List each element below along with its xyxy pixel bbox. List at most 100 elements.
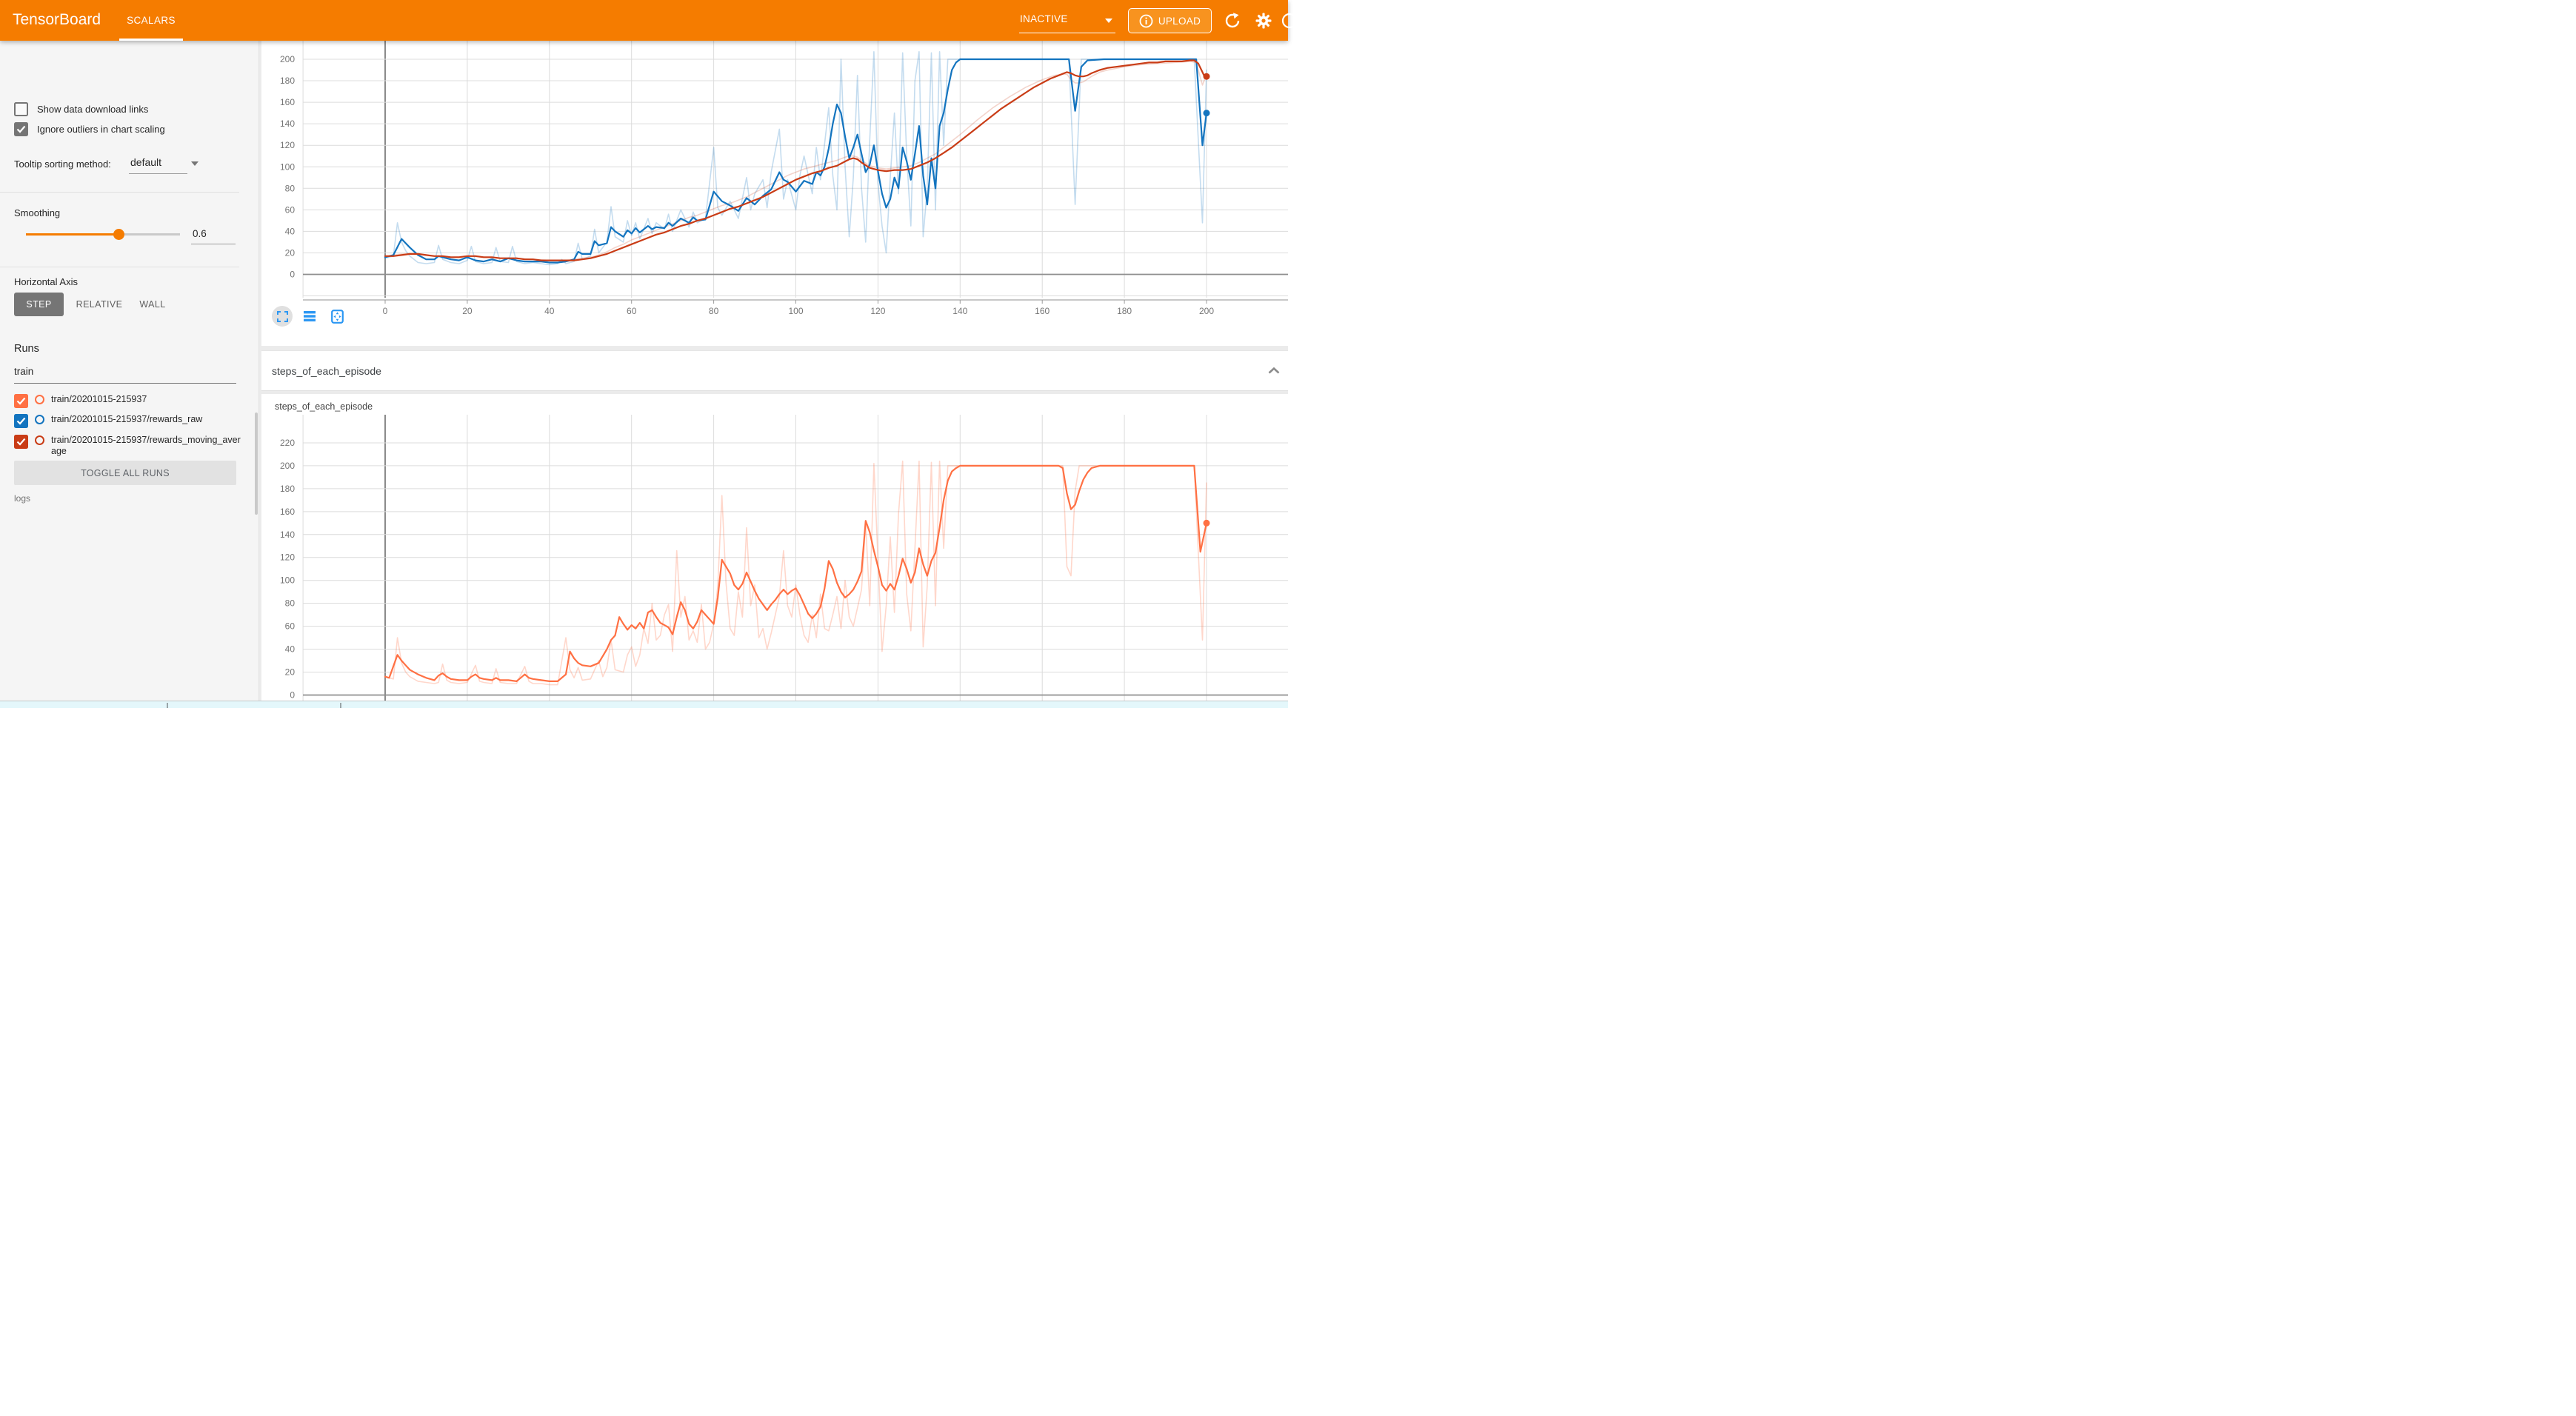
smoothing-slider-fill (26, 233, 119, 236)
runs-filter-input[interactable]: train (14, 366, 33, 377)
rewards-chart-card: 0204060801001201401601802000204060801001… (261, 41, 1288, 346)
svg-text:60: 60 (285, 204, 296, 215)
settings-gear-icon[interactable] (1255, 12, 1272, 30)
chart-toolbar (272, 306, 347, 327)
rewards-chart[interactable]: 0204060801001201401601802000204060801001… (261, 41, 1288, 346)
log-scale-button[interactable] (299, 306, 320, 327)
svg-text:160: 160 (280, 507, 295, 517)
help-icon-partial[interactable] (1281, 12, 1298, 30)
run-color-circle (35, 415, 44, 424)
run-label: train/20201015-215937/rewards_moving_ave… (51, 435, 244, 457)
svg-text:140: 140 (280, 530, 295, 540)
svg-text:0: 0 (290, 690, 295, 701)
svg-text:160: 160 (280, 97, 295, 107)
lines-icon (304, 311, 316, 321)
section-header-steps-of-each-episode[interactable]: steps_of_each_episode (261, 350, 1288, 391)
tooltip-sorting-select[interactable]: default (130, 156, 161, 168)
svg-text:60: 60 (285, 621, 296, 632)
expand-chart-button[interactable] (272, 306, 293, 327)
chevron-up-icon[interactable] (1268, 367, 1280, 374)
svg-text:180: 180 (280, 76, 295, 86)
run-checkbox[interactable] (14, 414, 28, 428)
svg-text:200: 200 (280, 54, 295, 64)
main-content: 0204060801001201401601802000204060801001… (259, 41, 1288, 701)
svg-text:80: 80 (285, 183, 296, 193)
upload-button[interactable]: UPLOAD (1128, 8, 1212, 33)
axis-button-step[interactable]: STEP (14, 293, 64, 316)
show-download-links-row[interactable]: Show data download links (14, 102, 148, 116)
svg-text:120: 120 (870, 306, 885, 316)
ignore-outliers-row[interactable]: Ignore outliers in chart scaling (14, 122, 165, 136)
svg-text:40: 40 (285, 644, 296, 655)
tooltip-sorting-underline (129, 173, 187, 174)
run-row[interactable]: train/20201015-215937/rewards_moving_ave… (14, 435, 244, 457)
run-color-circle (35, 435, 44, 445)
tab-active-indicator (119, 39, 183, 41)
strip-tick (340, 703, 341, 708)
toggle-all-runs-button[interactable]: TOGGLE ALL RUNS (14, 461, 236, 485)
axis-button-wall[interactable]: WALL (135, 293, 170, 316)
fullscreen-icon (277, 311, 288, 322)
svg-text:100: 100 (788, 306, 803, 316)
svg-text:120: 120 (280, 552, 295, 563)
steps-chart-card: steps_of_each_episode 0 20 40 60 80 100 120 140… (261, 394, 1288, 701)
svg-text:20: 20 (285, 247, 296, 258)
run-checkbox[interactable] (14, 394, 28, 408)
checkbox-label: Show data download links (37, 104, 148, 115)
settings-sidebar: Show data download links Ignore outliers… (0, 41, 259, 701)
svg-text:20: 20 (285, 667, 296, 678)
svg-text:160: 160 (1035, 306, 1050, 316)
tooltip-sorting-label: Tooltip sorting method: (14, 158, 111, 170)
check-icon (16, 397, 26, 405)
checkbox-checked[interactable] (14, 122, 28, 136)
axis-button-relative[interactable]: RELATIVE (73, 293, 126, 316)
steps-chart[interactable]: 0 20 40 60 80 100 120 140 160 180 200 220 (261, 415, 1288, 701)
chevron-down-icon[interactable] (1105, 19, 1112, 23)
strip-tick (167, 703, 168, 708)
run-row[interactable]: train/20201015-215937/rewards_raw (14, 414, 244, 428)
sidebar-scrollbar[interactable] (255, 413, 258, 515)
refresh-icon[interactable] (1224, 12, 1241, 30)
check-icon (16, 438, 26, 446)
svg-text:120: 120 (280, 140, 295, 150)
smoothing-value[interactable]: 0.6 (193, 228, 207, 239)
smoothing-label: Smoothing (14, 207, 60, 218)
check-icon (16, 125, 26, 133)
run-color-circle (35, 395, 44, 404)
chevron-down-icon[interactable] (191, 161, 198, 166)
svg-text:100: 100 (280, 575, 295, 586)
svg-text:80: 80 (285, 598, 296, 609)
svg-text:40: 40 (285, 226, 296, 236)
svg-text:20: 20 (462, 306, 473, 316)
bottom-strip (0, 701, 1288, 708)
divider (0, 192, 239, 193)
status-dropdown-value[interactable]: INACTIVE (1020, 13, 1068, 24)
tab-scalars[interactable]: SCALARS (119, 0, 183, 41)
run-checkbox[interactable] (14, 435, 28, 449)
app-header: TensorBoard SCALARS INACTIVE UPLOAD (0, 0, 1288, 41)
fit-data-icon (331, 310, 344, 324)
run-label: train/20201015-215937/rewards_raw (51, 414, 202, 425)
run-row[interactable]: train/20201015-215937 (14, 394, 244, 408)
upload-button-label: UPLOAD (1158, 16, 1201, 27)
svg-text:180: 180 (280, 484, 295, 494)
chart-title: steps_of_each_episode (275, 401, 373, 412)
fit-domain-button[interactable] (327, 306, 347, 327)
app-title: TensorBoard (13, 11, 101, 29)
svg-text:140: 140 (280, 118, 295, 129)
svg-text:220: 220 (280, 438, 295, 448)
checkbox-unchecked[interactable] (14, 102, 28, 116)
section-title: steps_of_each_episode (272, 365, 381, 377)
smoothing-slider-thumb[interactable] (113, 229, 124, 240)
horizontal-axis-label: Horizontal Axis (14, 276, 78, 287)
runs-title: Runs (14, 343, 39, 355)
svg-text:180: 180 (1117, 306, 1132, 316)
svg-text:100: 100 (280, 161, 295, 172)
svg-text:40: 40 (544, 306, 555, 316)
run-label: train/20201015-215937 (51, 394, 147, 405)
svg-text:60: 60 (627, 306, 637, 316)
svg-text:200: 200 (1199, 306, 1214, 316)
checkbox-label: Ignore outliers in chart scaling (37, 124, 165, 135)
logs-label: logs (14, 493, 30, 504)
svg-text:200: 200 (280, 461, 295, 471)
